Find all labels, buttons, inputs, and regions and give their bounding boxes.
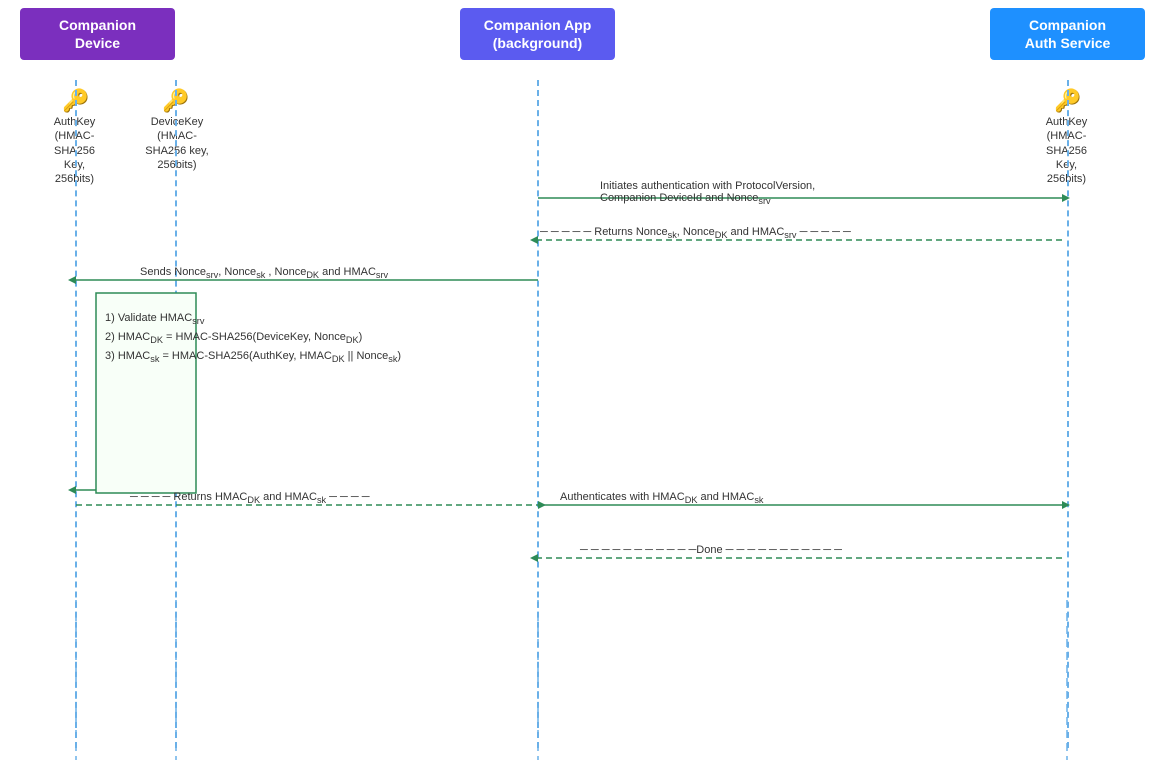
msg6-label: ─ ─ ─ ─ ─ ─ ─ ─ ─ ─ ─Done ─ ─ ─ ─ ─ ─ ─ … xyxy=(580,544,842,556)
activation-text: 1) Validate HMACsrv 2) HMACDK = HMAC-SHA… xyxy=(105,310,485,367)
msg2-label: ─ ─ ─ ─ ─ Returns Noncesk, NonceDK and H… xyxy=(540,226,851,240)
actor-app: Companion App(background) xyxy=(460,8,615,60)
sequence-diagram: CompanionDevice Companion App(background… xyxy=(0,0,1172,768)
msg4-label: ─ ─ ─ ─ Returns HMACDK and HMACsk ─ ─ ─ … xyxy=(130,491,370,505)
lifeline-device-devicekey xyxy=(175,80,177,748)
msg1-label: Initiates authentication with ProtocolVe… xyxy=(600,180,1000,206)
actor-device: CompanionDevice xyxy=(20,8,175,60)
key-label-device-key: DeviceKey(HMAC-SHA256 key,256bits) xyxy=(142,115,212,172)
lifeline-device-authkey xyxy=(75,80,77,748)
actor-auth: CompanionAuth Service xyxy=(990,8,1145,60)
msg3-label: Sends Noncesrv, Noncesk , NonceDK and HM… xyxy=(140,266,388,280)
lifeline-auth xyxy=(1067,80,1069,748)
lifeline-app xyxy=(537,80,539,748)
msg5-label: Authenticates with HMACDK and HMACsk xyxy=(560,491,763,505)
